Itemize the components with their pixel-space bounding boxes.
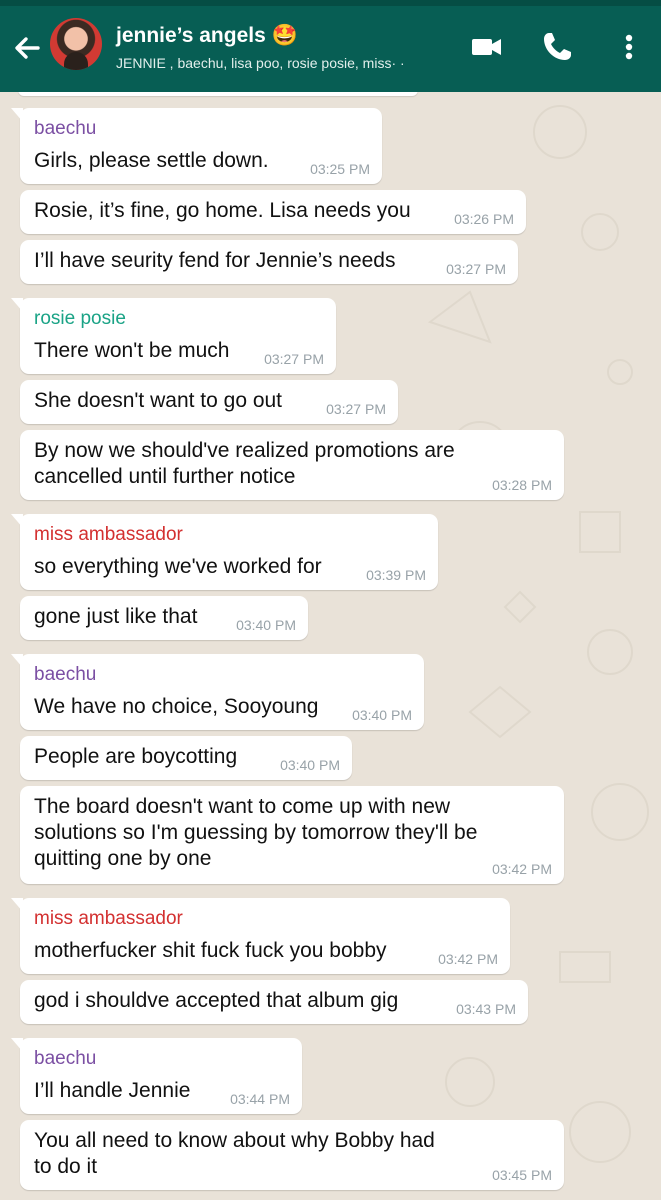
message-text-line-2: cancelled until further notice (34, 465, 296, 488)
message-text: People are boycotting (34, 745, 238, 768)
message-time: 03:45 PM (492, 1167, 552, 1183)
message-text: motherfucker shit fuck fuck you bobby (34, 939, 387, 962)
message-bubble[interactable]: By now we should've realized promotions … (20, 430, 564, 500)
message-time: 03:27 PM (264, 351, 324, 367)
message-time: 03:39 PM (366, 567, 426, 583)
message-bubble[interactable]: baechu We have no choice, Sooyoung 03:40… (11, 654, 424, 730)
message-time: 03:27 PM (326, 401, 386, 417)
message-bubble[interactable]: baechu I’ll handle Jennie 03:44 PM (11, 1038, 302, 1114)
back-arrow-icon[interactable] (8, 28, 48, 68)
message-sender: miss ambassador (34, 908, 183, 929)
message-text: Rosie, it’s fine, go home. Lisa needs yo… (34, 199, 411, 222)
message-sender: baechu (34, 1048, 97, 1069)
message-text: I’ll handle Jennie (34, 1079, 191, 1102)
message-text: so everything we've worked for (34, 555, 322, 578)
message-time: 03:27 PM (446, 261, 506, 277)
message-time: 03:40 PM (280, 757, 340, 773)
message-sender: rosie posie (34, 308, 126, 329)
message-bubble[interactable]: miss ambassador so everything we've work… (11, 514, 438, 590)
video-call-icon[interactable] (470, 30, 504, 64)
voice-call-icon[interactable] (540, 30, 574, 64)
message-bubble[interactable]: miss ambassador motherfucker shit fuck f… (11, 898, 510, 974)
message-bubble[interactable]: People are boycotting 03:40 PM (20, 736, 352, 780)
status-bar (0, 0, 661, 6)
message-time: 03:44 PM (230, 1091, 290, 1107)
chat-participants[interactable]: JENNIE , baechu, lisa poo, rosie posie, … (116, 55, 405, 71)
message-bubble[interactable]: rosie posie There won't be much 03:27 PM (11, 298, 336, 374)
message-time: 03:28 PM (492, 477, 552, 493)
message-time: 03:26 PM (454, 211, 514, 227)
message-text: gone just like that (34, 605, 198, 628)
message-text-line-2: solutions so I'm guessing by tomorrow th… (34, 821, 478, 844)
message-sender: miss ambassador (34, 524, 183, 545)
chat-title[interactable]: jennie’s angels 🤩 (116, 24, 298, 48)
message-bubble[interactable]: I’ll have seurity fend for Jennie’s need… (20, 240, 518, 284)
message-text-line-1: The board doesn't want to come up with n… (34, 795, 451, 818)
message-time: 03:42 PM (438, 951, 498, 967)
message-text: She doesn't want to go out (34, 389, 283, 412)
message-text: god i shouldve accepted that album gig (34, 989, 399, 1012)
message-text: I’ll have seurity fend for Jennie’s need… (34, 249, 396, 272)
previous-message-edge (18, 92, 418, 96)
message-text-line-3: quitting one by one (34, 847, 212, 870)
message-text: Girls, please settle down. (34, 149, 269, 172)
message-time: 03:40 PM (352, 707, 412, 723)
message-bubble[interactable]: gone just like that 03:40 PM (20, 596, 308, 640)
message-bubble[interactable]: baechu Girls, please settle down. 03:25 … (11, 108, 382, 184)
message-time: 03:25 PM (310, 161, 370, 177)
message-bubble[interactable]: The board doesn't want to come up with n… (20, 786, 564, 884)
message-list[interactable]: baechu Girls, please settle down. 03:25 … (0, 92, 661, 1200)
message-bubble[interactable]: You all need to know about why Bobby had… (20, 1120, 564, 1190)
message-bubble[interactable]: Rosie, it’s fine, go home. Lisa needs yo… (20, 190, 526, 234)
group-avatar[interactable] (50, 18, 102, 70)
message-text-line-2: to do it (34, 1155, 98, 1178)
message-text-line-1: By now we should've realized promotions … (34, 439, 455, 462)
message-text: There won't be much (34, 339, 230, 362)
message-text: We have no choice, Sooyoung (34, 695, 319, 718)
message-bubble[interactable]: god i shouldve accepted that album gig 0… (20, 980, 528, 1024)
more-options-icon[interactable] (612, 30, 646, 64)
message-sender: baechu (34, 664, 97, 685)
message-bubble[interactable]: She doesn't want to go out 03:27 PM (20, 380, 398, 424)
message-text-line-1: You all need to know about why Bobby had (34, 1129, 435, 1152)
message-time: 03:40 PM (236, 617, 296, 633)
message-sender: baechu (34, 118, 97, 139)
message-time: 03:43 PM (456, 1001, 516, 1017)
message-time: 03:42 PM (492, 861, 552, 877)
chat-header: jennie’s angels 🤩 JENNIE , baechu, lisa … (0, 0, 661, 92)
